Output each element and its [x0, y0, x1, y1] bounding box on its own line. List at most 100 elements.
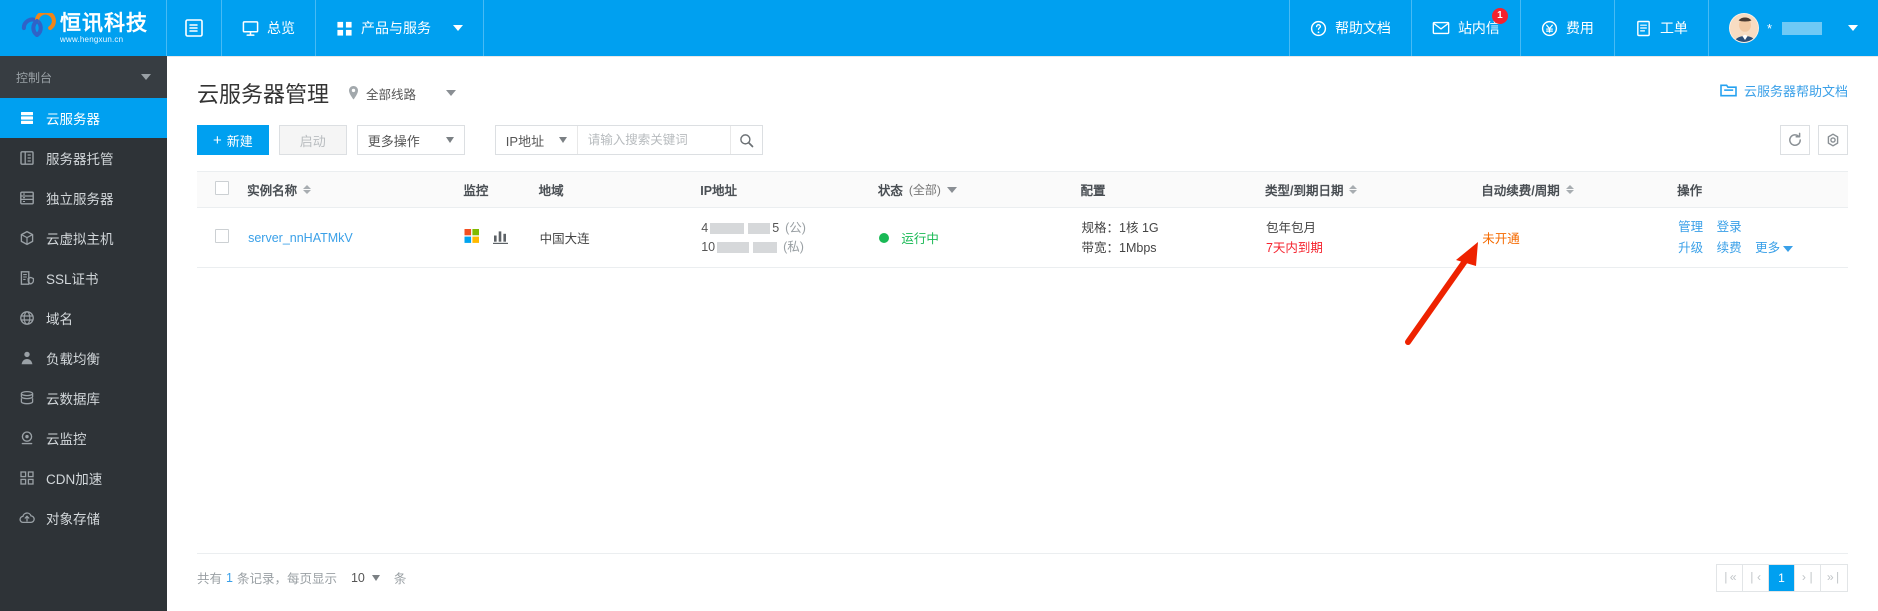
pagination-page-1[interactable]: 1 [1769, 564, 1795, 591]
page-header: 云服务器管理 全部线路 云服务器帮助文档 [167, 57, 1878, 109]
search-button[interactable] [729, 126, 762, 154]
sidebar-item-object-storage[interactable]: 对象存储 [0, 498, 167, 538]
start-button[interactable]: 启动 [278, 125, 347, 155]
table-toolbar: + 新建 启动 更多操作 IP地址 [167, 109, 1878, 155]
refresh-button[interactable] [1780, 125, 1810, 155]
ip-private-tag: (私) [783, 239, 804, 254]
nav-products-services[interactable]: 产品与服务 [316, 0, 484, 56]
more-operations-label: 更多操作 [367, 133, 420, 149]
envelope-icon [1432, 21, 1450, 35]
record-summary: 共有 1 条记录，每页显示 10 条 [197, 568, 406, 587]
row-select-cell [197, 207, 248, 268]
th-operation-label: 操作 [1677, 184, 1703, 198]
cell-operations: 管理 登录 升级 续费 更多 [1677, 207, 1848, 268]
th-config-label: 配置 [1080, 184, 1106, 198]
help-doc-link-label: 云服务器帮助文档 [1743, 84, 1848, 99]
th-config: 配置 [1080, 171, 1265, 208]
plus-icon: + [213, 131, 222, 149]
sidebar-item-label: 云数据库 [46, 392, 100, 407]
more-operations-dropdown[interactable]: 更多操作 [356, 125, 465, 155]
op-renew-link[interactable]: 续费 [1717, 241, 1742, 255]
sort-icon[interactable] [1565, 185, 1574, 194]
nav-overview[interactable]: 总览 [222, 0, 316, 56]
region-selector[interactable]: 全部线路 [347, 84, 457, 103]
brand-logo[interactable]: 恒讯科技 www.hengxun.cn [0, 0, 167, 56]
list-icon [20, 191, 34, 205]
nav-inbox[interactable]: 站内信 1 [1410, 0, 1520, 56]
settings-button[interactable] [1818, 125, 1848, 155]
th-status[interactable]: 状态 (全部) [877, 171, 1081, 208]
sort-icon[interactable] [303, 185, 312, 194]
sidebar-item-load-balancer[interactable]: 负载均衡 [0, 338, 167, 378]
logo-mark-icon [21, 13, 56, 37]
question-circle-icon [1310, 20, 1327, 36]
sidebar-item-label: SSL证书 [46, 272, 99, 287]
top-header-bar: 恒讯科技 www.hengxun.cn 总览 产品与服务 帮助文档 站内信 1 … [0, 0, 1878, 56]
region-selector-label: 全部线路 [366, 87, 417, 102]
th-status-label: 状态 [877, 184, 903, 198]
help-doc-link[interactable]: 云服务器帮助文档 [1720, 81, 1848, 100]
sidebar-item-cloud-monitor[interactable]: 云监控 [0, 418, 167, 458]
search-input[interactable] [577, 126, 730, 154]
pagination-prev[interactable]: |‹ [1743, 564, 1769, 591]
th-type-expiry[interactable]: 类型/到期日期 [1264, 171, 1482, 208]
server-icon [21, 112, 33, 124]
main-content: 云服务器管理 全部线路 云服务器帮助文档 + 新建 启动 更多操作 IP地址 请… [167, 56, 1878, 611]
sort-icon[interactable] [1349, 185, 1358, 194]
th-monitor-label: 监控 [463, 184, 489, 198]
yen-circle-icon [1541, 20, 1558, 36]
sidebar-item-cloud-server[interactable]: 云服务器 [0, 98, 167, 138]
ip-public-mask-2 [748, 222, 771, 234]
sidebar-item-cloud-database[interactable]: 云数据库 [0, 378, 167, 418]
op-upgrade-link[interactable]: 升级 [1678, 241, 1703, 255]
sidebar-item-label: 域名 [46, 312, 73, 327]
nav-help-docs[interactable]: 帮助文档 [1288, 0, 1411, 56]
pagination-next[interactable]: ›| [1795, 564, 1821, 591]
total-suffix-label: 条记录，每页显示 [236, 572, 337, 586]
th-instance-name[interactable]: 实例名称 [247, 171, 464, 208]
ip-public-prefix: 4 [701, 220, 709, 235]
select-all-checkbox[interactable] [215, 181, 229, 195]
create-button[interactable]: + 新建 [197, 125, 269, 155]
document-icon [1637, 20, 1650, 36]
instance-name-link[interactable]: server_nnHATMkV [248, 231, 353, 245]
sidebar-item-domain[interactable]: 域名 [0, 298, 167, 338]
sidebar-collapse-toggle[interactable] [167, 0, 222, 56]
nav-tickets-label: 工单 [1659, 20, 1688, 36]
th-operation: 操作 [1677, 171, 1848, 208]
th-region: 地域 [538, 171, 701, 208]
sidebar-item-server-hosting[interactable]: 服务器托管 [0, 138, 167, 178]
ip-private-mask [717, 241, 750, 253]
op-manage-link[interactable]: 管理 [1678, 220, 1703, 234]
pagination-last[interactable]: »| [1821, 564, 1847, 591]
windows-logo-icon[interactable] [464, 228, 480, 244]
sidebar-item-dedicated-server[interactable]: 独立服务器 [0, 178, 167, 218]
sidebar-item-ssl-certificate[interactable]: SSL证书 [0, 258, 167, 298]
sidebar-item-label: 云虚拟主机 [46, 232, 114, 247]
chevron-down-icon[interactable] [946, 186, 957, 193]
sidebar-item-cloud-vm[interactable]: 云虚拟主机 [0, 218, 167, 258]
search-icon [739, 133, 754, 147]
op-more-link[interactable]: 更多 [1755, 241, 1780, 255]
chevron-down-icon[interactable] [1783, 245, 1794, 252]
sidebar-item-label: 负载均衡 [46, 352, 100, 367]
sidebar-item-cdn[interactable]: CDN加速 [0, 458, 167, 498]
sidebar-console-header[interactable]: 控制台 [0, 56, 167, 98]
search-type-dropdown[interactable]: IP地址 [496, 126, 578, 154]
auto-renew-status: 未开通 [1482, 232, 1520, 246]
pagination-first[interactable]: |« [1717, 564, 1743, 591]
certificate-icon [20, 271, 35, 285]
op-login-link[interactable]: 登录 [1717, 220, 1742, 234]
nav-billing[interactable]: 费用 [1519, 0, 1614, 56]
database-icon [20, 390, 34, 405]
bar-chart-icon[interactable] [492, 228, 509, 245]
th-monitor: 监控 [463, 171, 539, 208]
user-menu[interactable]: * [1707, 0, 1878, 56]
page-size-dropdown[interactable]: 10 [351, 571, 380, 585]
nav-tickets[interactable]: 工单 [1613, 0, 1708, 56]
th-ip-address: IP地址 [700, 171, 878, 208]
operations-line-1: 管理 登录 [1678, 217, 1847, 238]
th-auto-renew[interactable]: 自动续费/周期 [1481, 171, 1678, 208]
page-size-unit: 条 [393, 572, 407, 586]
row-checkbox[interactable] [215, 229, 229, 243]
